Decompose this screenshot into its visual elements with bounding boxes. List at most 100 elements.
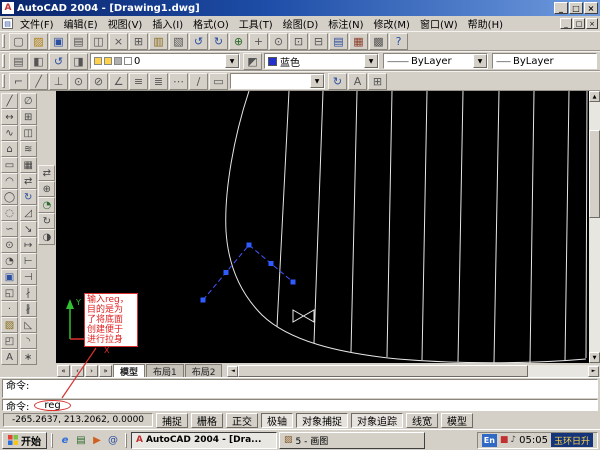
swivel-3d-icon[interactable]: ◑	[38, 229, 56, 245]
plot-preview-icon[interactable]: ◫	[89, 32, 108, 50]
fillet-icon[interactable]: ◝	[19, 333, 37, 349]
task-button[interactable]: ▨ 5 - 画图	[279, 431, 425, 449]
scroll-right-icon[interactable]: ►	[588, 365, 599, 377]
move-icon[interactable]: ⇄	[19, 173, 37, 189]
volume-icon[interactable]: ♪	[510, 435, 516, 445]
tolerance-icon[interactable]: ⊞	[368, 72, 387, 90]
menu-item[interactable]: 编辑(E)	[59, 17, 103, 31]
baseline-dimension-icon[interactable]: ≣	[149, 72, 168, 90]
pan-3d-icon[interactable]: ⇄	[38, 165, 56, 181]
close-button[interactable]: ×	[584, 2, 598, 14]
lineweight-dropdown[interactable]: —— ByLayer	[492, 53, 597, 69]
menu-item[interactable]: 标注(N)	[323, 17, 368, 31]
open-file-icon[interactable]: ▨	[29, 32, 48, 50]
diameter-dimension-icon[interactable]: ⊘	[89, 72, 108, 90]
dim-style-dropdown[interactable]: ▼	[230, 73, 325, 89]
tab-nav-prev[interactable]: ‹	[71, 365, 84, 377]
undo-icon[interactable]: ↺	[189, 32, 208, 50]
vertical-scrollbar[interactable]: ▲ ▼	[589, 91, 600, 363]
maximize-button[interactable]: □	[569, 2, 583, 14]
toolbar-grip[interactable]	[2, 54, 5, 68]
command-input-value[interactable]: reg	[34, 399, 71, 411]
rotate-icon[interactable]: ↻	[19, 189, 37, 205]
outlook-icon[interactable]: @	[105, 432, 121, 448]
chevron-down-icon[interactable]: ▼	[310, 74, 324, 88]
tab-nav-last[interactable]: »	[99, 365, 112, 377]
antivirus-icon[interactable]: ■	[500, 435, 509, 445]
menu-item[interactable]: 帮助(H)	[463, 17, 508, 31]
zoom-3d-icon[interactable]: ⊕	[38, 181, 56, 197]
quick-dimension-icon[interactable]: ≡	[129, 72, 148, 90]
zoom-previous-icon[interactable]: ⊟	[309, 32, 328, 50]
point-icon[interactable]: ·	[1, 301, 18, 317]
status-toggle-button[interactable]: 模型	[441, 412, 473, 428]
scrollbar-thumb[interactable]	[589, 130, 600, 218]
design-center-icon[interactable]: ▦	[349, 32, 368, 50]
trim-icon[interactable]: ⊢	[19, 253, 37, 269]
circle-icon[interactable]: ◯	[1, 189, 18, 205]
task-button[interactable]: A AutoCAD 2004 - [Dra...	[131, 431, 277, 449]
language-indicator[interactable]: En	[481, 433, 497, 447]
tool-palettes-icon[interactable]: ▩	[369, 32, 388, 50]
scroll-up-icon[interactable]: ▲	[589, 91, 600, 102]
layer-states-icon[interactable]: ◧	[29, 52, 48, 70]
make-layer-current-icon[interactable]: ◨	[69, 52, 88, 70]
status-toggle-button[interactable]: 捕捉	[156, 412, 188, 428]
mdi-minimize-button[interactable]: _	[560, 18, 572, 29]
horizontal-scrollbar[interactable]: ◄ ►	[227, 365, 599, 377]
status-toggle-button[interactable]: 极轴	[261, 412, 293, 428]
status-toggle-button[interactable]: 线宽	[406, 412, 438, 428]
paste-icon[interactable]: ▥	[149, 32, 168, 50]
orbit-3d-icon[interactable]: ◔	[38, 197, 56, 213]
construction-line-icon[interactable]: ↔	[1, 109, 18, 125]
scale-icon[interactable]: ◿	[19, 205, 37, 221]
multiline-text-icon[interactable]: A	[1, 349, 18, 365]
scroll-down-icon[interactable]: ▼	[589, 352, 600, 363]
scrollbar-thumb[interactable]	[238, 365, 528, 377]
status-toggle-button[interactable]: 正交	[226, 412, 258, 428]
radius-dimension-icon[interactable]: ⊙	[69, 72, 88, 90]
continuous-orbit-icon[interactable]: ↻	[38, 213, 56, 229]
arc-icon[interactable]: ◠	[1, 173, 18, 189]
menu-item[interactable]: 插入(I)	[147, 17, 188, 31]
continue-dimension-icon[interactable]: ⋯	[169, 72, 188, 90]
copy-object-icon[interactable]: ⊞	[19, 109, 37, 125]
line-icon[interactable]: ╱	[1, 93, 18, 109]
stretch-icon[interactable]: ↘	[19, 221, 37, 237]
insert-block-icon[interactable]: ▣	[1, 269, 18, 285]
chevron-down-icon[interactable]: ▼	[364, 54, 378, 68]
erase-icon[interactable]: ∅	[19, 93, 37, 109]
layer-dropdown[interactable]: 0 ▼	[90, 53, 240, 69]
redo-icon[interactable]: ↻	[209, 32, 228, 50]
explode-icon[interactable]: ∗	[19, 349, 37, 365]
spline-icon[interactable]: ∽	[1, 221, 18, 237]
help-icon[interactable]: ?	[389, 32, 408, 50]
toolbar-grip[interactable]	[2, 34, 5, 48]
aligned-dimension-icon[interactable]: ╱	[29, 72, 48, 90]
status-toggle-button[interactable]: 对象捕捉	[296, 412, 348, 428]
offset-icon[interactable]: ≋	[19, 141, 37, 157]
array-icon[interactable]: ▦	[19, 157, 37, 173]
clock[interactable]: 05:05	[519, 435, 548, 446]
mdi-restore-button[interactable]: □	[573, 18, 585, 29]
save-file-icon[interactable]: ▣	[49, 32, 68, 50]
menu-item[interactable]: 文件(F)	[15, 17, 59, 31]
chevron-down-icon[interactable]: ▼	[473, 54, 487, 68]
tab-nav-next[interactable]: ›	[85, 365, 98, 377]
ellipse-arc-icon[interactable]: ◔	[1, 253, 18, 269]
properties-icon[interactable]: ▤	[329, 32, 348, 50]
copy-icon[interactable]: ⊞	[129, 32, 148, 50]
chamfer-icon[interactable]: ◺	[19, 317, 37, 333]
break-at-point-icon[interactable]: ∤	[19, 285, 37, 301]
status-toggle-button[interactable]: 对象追踪	[351, 412, 403, 428]
plot-icon[interactable]: ▤	[69, 32, 88, 50]
polygon-icon[interactable]: ⌂	[1, 141, 18, 157]
layout-tab[interactable]: 布局1	[146, 364, 184, 378]
rectangle-icon[interactable]: ▭	[1, 157, 18, 173]
layer-properties-icon[interactable]: ▤	[9, 52, 28, 70]
menu-item[interactable]: 窗口(W)	[415, 17, 463, 31]
pan-realtime-icon[interactable]: +	[249, 32, 268, 50]
hatch-icon[interactable]: ▨	[1, 317, 18, 333]
drawing-viewport[interactable]: X Y 输入reg， 目的是为 了将底面 创建便于 进行拉身	[56, 91, 589, 363]
toolbar-grip[interactable]	[2, 74, 5, 88]
